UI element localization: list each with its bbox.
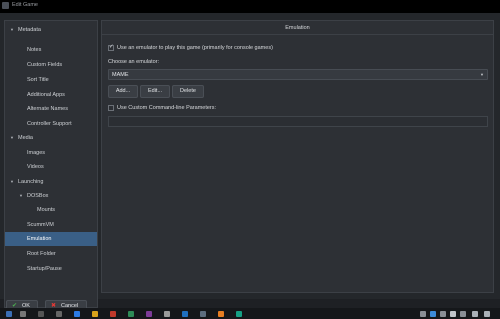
sidebar-item-scummvm[interactable]: ScummVM — [5, 218, 97, 232]
taskbar — [0, 308, 500, 319]
taskbar-app-icon[interactable] — [92, 311, 98, 317]
sidebar-item-sort-title[interactable]: Sort Title — [5, 73, 97, 87]
tray-icon[interactable] — [430, 311, 436, 317]
sidebar-item-controller-support[interactable]: Controller Support — [5, 117, 97, 131]
taskbar-app-icon[interactable] — [146, 311, 152, 317]
window-title: Edit Game — [12, 2, 38, 8]
chevron-down-icon: ▼ — [10, 135, 14, 140]
start-icon[interactable] — [6, 311, 12, 317]
sidebar-item-emulation[interactable]: Emulation — [5, 232, 97, 246]
taskbar-app-icon[interactable] — [236, 311, 242, 317]
chevron-down-icon: ▼ — [10, 179, 14, 184]
taskbar-app-icon[interactable] — [182, 311, 188, 317]
custom-params-checkbox[interactable] — [108, 105, 114, 111]
title-bar: Edit Game — [0, 0, 500, 13]
app-icon — [2, 2, 9, 9]
emulation-panel: Emulation ✓ Use an emulator to play this… — [101, 20, 494, 293]
sidebar-item-mounts[interactable]: Mounts — [5, 203, 97, 217]
checkmark-icon: ✓ — [109, 44, 114, 50]
panel-title: Emulation — [102, 21, 493, 35]
chevron-down-icon: ▼ — [480, 72, 484, 77]
add-emulator-button[interactable]: Add... — [108, 85, 138, 98]
sidebar-item-notes[interactable]: Notes — [5, 43, 97, 57]
chevron-down-icon: ▼ — [10, 27, 14, 32]
sidebar-item-images[interactable]: Images — [5, 146, 97, 160]
sidebar-tree: ▼ Metadata Notes Custom Fields Sort Titl… — [4, 20, 98, 308]
tray-icon[interactable] — [484, 311, 490, 317]
taskbar-app-icon[interactable] — [56, 311, 62, 317]
taskbar-app-icon[interactable] — [74, 311, 80, 317]
custom-params-label: Use Custom Command-line Parameters: — [117, 105, 217, 111]
sidebar-item-additional-apps[interactable]: Additional Apps — [5, 88, 97, 102]
choose-emulator-label: Choose an emulator: — [108, 59, 160, 65]
emulator-select-value: MAME — [112, 72, 129, 78]
sidebar-item-launching[interactable]: ▼ Launching — [5, 175, 97, 189]
sidebar-item-dosbox[interactable]: ▼ DOSBox — [5, 189, 97, 203]
edit-emulator-button[interactable]: Edit... — [140, 85, 170, 98]
tray-icon[interactable] — [420, 311, 426, 317]
delete-emulator-button[interactable]: Delete — [172, 85, 204, 98]
tray-icon[interactable] — [450, 311, 456, 317]
taskbar-app-icon[interactable] — [200, 311, 206, 317]
chevron-down-icon: ▼ — [19, 193, 23, 198]
taskbar-app-icon[interactable] — [38, 311, 44, 317]
search-icon[interactable] — [20, 311, 26, 317]
sidebar-item-metadata[interactable]: ▼ Metadata — [5, 23, 97, 37]
taskbar-app-icon[interactable] — [110, 311, 116, 317]
sidebar-item-custom-fields[interactable]: Custom Fields — [5, 58, 97, 72]
use-emulator-checkbox[interactable]: ✓ — [108, 44, 114, 51]
dialog-window: ▼ Metadata Notes Custom Fields Sort Titl… — [0, 13, 500, 312]
taskbar-app-icon[interactable] — [164, 311, 170, 317]
taskbar-app-icon[interactable] — [218, 311, 224, 317]
emulator-select[interactable]: MAME ▼ — [108, 69, 488, 80]
sidebar-item-media[interactable]: ▼ Media — [5, 131, 97, 145]
taskbar-app-icon[interactable] — [128, 311, 134, 317]
sidebar-item-alternate-names[interactable]: Alternate Names — [5, 102, 97, 116]
sidebar-item-startup-pause[interactable]: Startup/Pause — [5, 262, 97, 276]
tray-icon[interactable] — [472, 311, 478, 317]
custom-params-input[interactable] — [108, 116, 488, 127]
tray-icon[interactable] — [460, 311, 466, 317]
sidebar-item-root-folder[interactable]: Root Folder — [5, 247, 97, 261]
sidebar-item-videos[interactable]: Videos — [5, 160, 97, 174]
use-emulator-label: Use an emulator to play this game (prima… — [117, 45, 273, 51]
tray-icon[interactable] — [440, 311, 446, 317]
